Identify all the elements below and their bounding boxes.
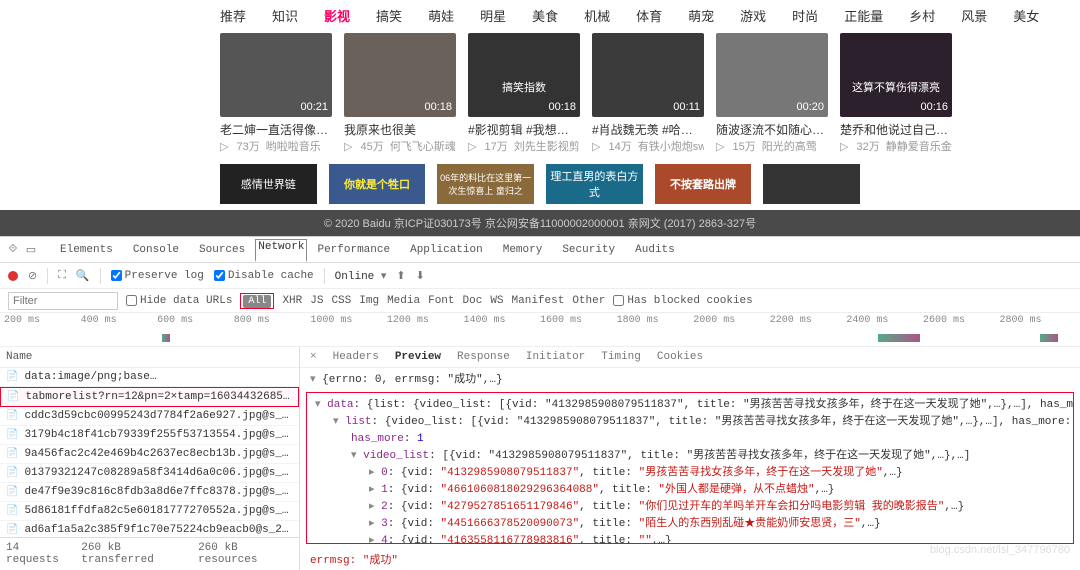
tab-sources[interactable]: Sources: [189, 239, 255, 261]
detail-tab-preview[interactable]: Preview: [395, 351, 441, 363]
request-row[interactable]: data:image/png;base…: [0, 368, 299, 387]
video-card[interactable]: 00:18 我原来也很美 45万何飞飞心斯魂: [344, 33, 456, 154]
request-row[interactable]: 5d86181ffdfa82c5e60181777270552a.jpg@s_2…: [0, 502, 299, 521]
tab-meinv[interactable]: 美女: [1013, 6, 1039, 25]
preserve-log-checkbox[interactable]: Preserve log: [111, 270, 204, 282]
throttling-select[interactable]: Online: [335, 269, 387, 283]
tab-mengwa[interactable]: 萌娃: [428, 6, 454, 25]
filter-type[interactable]: WS: [490, 295, 503, 307]
banner[interactable]: 不按套路出牌: [655, 164, 752, 204]
tab-security[interactable]: Security: [552, 239, 625, 261]
preview-top-line: {errno: 0, errmsg: "成功",…}: [300, 368, 1080, 388]
tab-mengchong[interactable]: 萌宠: [688, 6, 714, 25]
banner[interactable]: 理工直男的表白方式: [546, 164, 643, 204]
banner[interactable]: [763, 164, 860, 204]
tab-meishi[interactable]: 美食: [532, 6, 558, 25]
tab-application[interactable]: Application: [400, 239, 493, 261]
request-row[interactable]: 3179b4c18f41cb79339f255f53713554.jpg@s_2…: [0, 426, 299, 445]
banner[interactable]: 感情世界链: [220, 164, 317, 204]
network-timeline[interactable]: 200 ms400 ms600 ms800 ms1000 ms1200 ms14…: [0, 313, 1080, 347]
hide-data-urls-checkbox[interactable]: Hide data URLs: [126, 295, 232, 307]
filter-icon[interactable]: [58, 270, 66, 282]
preview-errmsg: errmsg: "成功": [300, 548, 1080, 570]
tab-jixie[interactable]: 机械: [584, 6, 610, 25]
filter-type[interactable]: XHR: [282, 295, 302, 307]
tab-yingshi[interactable]: 影视: [324, 6, 350, 25]
tab-fengjing[interactable]: 风景: [961, 6, 987, 25]
record-icon[interactable]: [8, 271, 18, 281]
request-row[interactable]: 9a456fac2c42e469b4c2637ec8ecb13b.jpg@s_2…: [0, 445, 299, 464]
request-row[interactable]: tabmorelist?rn=12&pn=2×tamp=160344326850…: [0, 387, 299, 407]
tab-gaoxiao[interactable]: 搞笑: [376, 6, 402, 25]
filter-type[interactable]: Font: [428, 295, 454, 307]
network-toolbar: 🔍 Preserve log Disable cache Online ⬆ ⬇: [0, 263, 1080, 289]
tab-performance[interactable]: Performance: [307, 239, 400, 261]
devtools-panel: ⟐ ▭ Elements Console Sources Network Per…: [0, 236, 1080, 570]
filter-type[interactable]: CSS: [331, 295, 351, 307]
tab-console[interactable]: Console: [123, 239, 189, 261]
banner[interactable]: 你就是个牲口: [329, 164, 426, 204]
request-row[interactable]: de47f9e39c816c8fdb3a8d6e7ffc8378.jpg@s_2…: [0, 483, 299, 502]
preview-json[interactable]: data: {list: {video_list: [{vid: "413298…: [306, 392, 1074, 544]
tab-youxi[interactable]: 游戏: [740, 6, 766, 25]
filter-bar: Hide data URLs All XHR JS CSS Img Media …: [0, 289, 1080, 313]
detail-tab-cookies[interactable]: Cookies: [657, 351, 703, 363]
tab-shishang[interactable]: 时尚: [792, 6, 818, 25]
video-card[interactable]: 这算不算伤得漂亮00:16 楚乔和他说过自己不可容忍… 32万静静爱音乐金牛: [840, 33, 952, 154]
video-card[interactable]: 00:20 随波逐流不如随心所欲 刘… 15万阳光的高莺: [716, 33, 828, 154]
tab-elements[interactable]: Elements: [50, 239, 123, 261]
filter-input[interactable]: [8, 292, 118, 310]
banner-row: 感情世界链 你就是个牲口 06年的料比在这里第一次生惊喜上 童归之 理工直男的表…: [0, 164, 1080, 210]
tab-audits[interactable]: Audits: [625, 239, 685, 261]
clear-icon[interactable]: [28, 269, 37, 283]
request-summary: 14 requests 260 kB transferred 260 kB re…: [0, 537, 299, 570]
tab-xiangcun[interactable]: 乡村: [909, 6, 935, 25]
filter-type[interactable]: Manifest: [512, 295, 565, 307]
blocked-cookies-checkbox[interactable]: Has blocked cookies: [613, 295, 752, 307]
filter-type[interactable]: Other: [572, 295, 605, 307]
close-icon[interactable]: ×: [310, 351, 317, 363]
page-footer: © 2020 Baidu 京ICP证030173号 京公网安备110000020…: [0, 210, 1080, 236]
search-icon[interactable]: 🔍: [76, 269, 90, 283]
tab-network[interactable]: Network: [255, 239, 307, 262]
video-title: 老二婶一直活得像虐姬最后…: [220, 121, 332, 138]
request-list-pane: Name data:image/png;base…tabmorelist?rn=…: [0, 347, 300, 570]
request-row[interactable]: ad6af1a5a2c385f9f1c70e75224cb9eacb0@s_2,…: [0, 521, 299, 537]
devtools-tabbar: ⟐ ▭ Elements Console Sources Network Per…: [0, 237, 1080, 263]
detail-tab-timing[interactable]: Timing: [601, 351, 641, 363]
inspect-icon[interactable]: ⟐: [6, 243, 20, 257]
filter-type[interactable]: Img: [359, 295, 379, 307]
filter-type[interactable]: JS: [310, 295, 323, 307]
banner[interactable]: 06年的料比在这里第一次生惊喜上 童归之: [437, 164, 534, 204]
name-column-header[interactable]: Name: [0, 347, 299, 368]
video-card[interactable]: 00:11 #肖战魏无羡 #哈哈哈战哥… 14万有铁小炮炮sweet: [592, 33, 704, 154]
detail-tab-response[interactable]: Response: [457, 351, 510, 363]
detail-tab-headers[interactable]: Headers: [333, 351, 379, 363]
detail-tab-initiator[interactable]: Initiator: [526, 351, 585, 363]
tab-mingxing[interactable]: 明星: [480, 6, 506, 25]
video-card[interactable]: 搞笑指数00:18 #影视剪辑 #我想打你 17万刘先生影视剪辑: [468, 33, 580, 154]
tab-memory[interactable]: Memory: [493, 239, 553, 261]
filter-type-all[interactable]: All: [243, 295, 271, 308]
video-grid: 00:21 老二婶一直活得像虐姬最后… 73万哟啦啦音乐 00:18 我原来也很…: [0, 33, 1080, 164]
download-icon[interactable]: ⬇: [416, 269, 425, 283]
video-card[interactable]: 00:21 老二婶一直活得像虐姬最后… 73万哟啦啦音乐: [220, 33, 332, 154]
request-row[interactable]: 01379321247c08289a58f3414d6a0c06.jpg@s_2…: [0, 464, 299, 483]
tab-zhishi[interactable]: 知识: [272, 6, 298, 25]
duration: 00:21: [300, 101, 328, 113]
tab-tiyu[interactable]: 体育: [636, 6, 662, 25]
category-tabs: 推荐 知识 影视 搞笑 萌娃 明星 美食 机械 体育 萌宠 游戏 时尚 正能量 …: [0, 0, 1080, 33]
filter-type[interactable]: Media: [387, 295, 420, 307]
request-row[interactable]: cddc3d59cbc00995243d7784f2a6e927.jpg@s_2…: [0, 407, 299, 426]
tab-zhengnl[interactable]: 正能量: [844, 6, 883, 25]
tab-reco[interactable]: 推荐: [220, 6, 246, 25]
filter-type[interactable]: Doc: [463, 295, 483, 307]
device-icon[interactable]: ▭: [24, 243, 38, 257]
request-detail-pane: × Headers Preview Response Initiator Tim…: [300, 347, 1080, 570]
play-icon: [220, 140, 230, 153]
disable-cache-checkbox[interactable]: Disable cache: [214, 270, 314, 282]
upload-icon[interactable]: ⬆: [396, 269, 405, 283]
